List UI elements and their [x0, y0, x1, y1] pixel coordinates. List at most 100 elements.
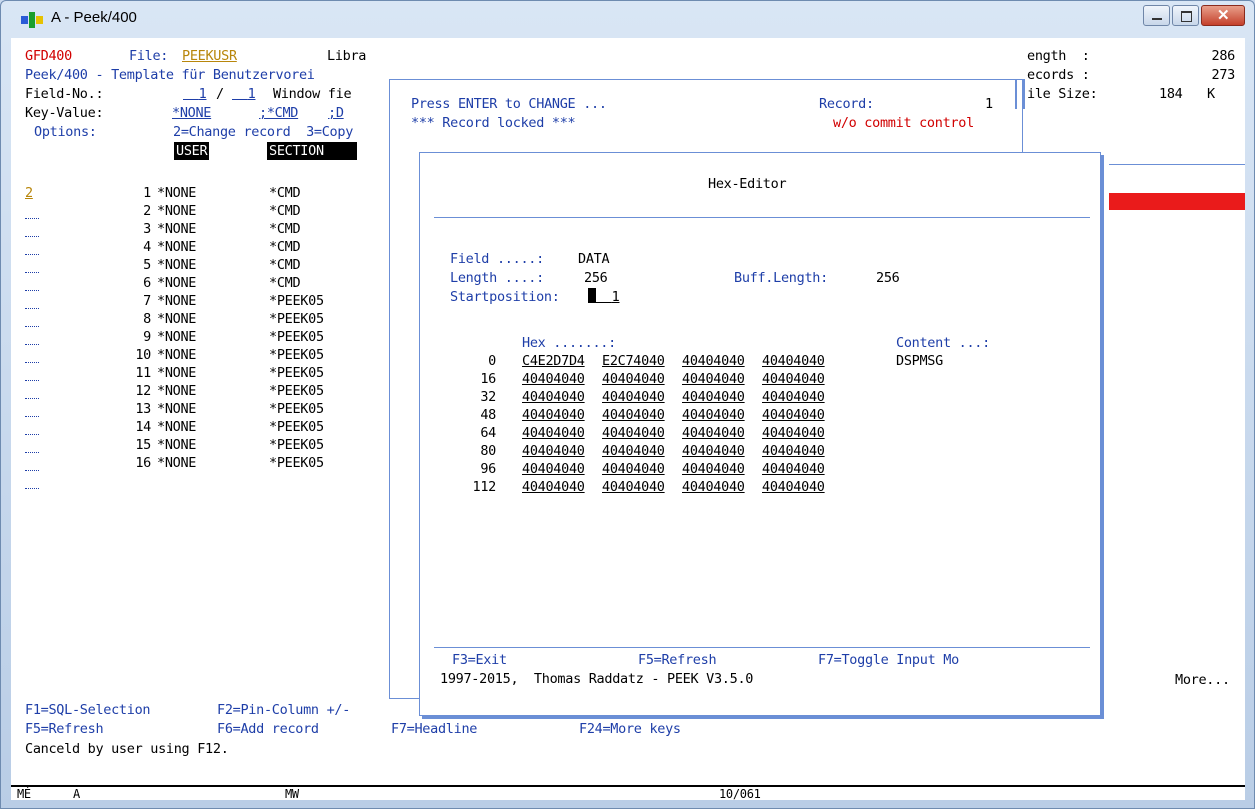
hex-word-input[interactable]: 40404040 — [602, 406, 665, 424]
row-option-input[interactable] — [25, 380, 39, 382]
row-section: *PEEK05 — [269, 419, 324, 435]
startposition-input[interactable]: 1 — [588, 288, 620, 306]
hex-word-input[interactable]: 40404040 — [682, 406, 745, 424]
hex-word-input[interactable]: 40404040 — [522, 388, 585, 406]
f6-add-record-key[interactable]: F6=Add record — [217, 720, 319, 738]
hex-word-input[interactable]: C4E2D7D4 — [522, 352, 585, 370]
hex-word-input[interactable]: 40404040 — [682, 370, 745, 388]
hex-word-input[interactable]: 40404040 — [682, 424, 745, 442]
row-number: 7 — [143, 293, 151, 309]
hex-word-input[interactable]: 40404040 — [522, 424, 585, 442]
hex-word-input[interactable]: 40404040 — [762, 388, 825, 406]
minimize-button[interactable] — [1143, 5, 1170, 26]
f3-exit-key[interactable]: F3=Exit — [452, 651, 507, 669]
row-option-input[interactable] — [25, 452, 39, 454]
hex-word-input[interactable]: 40404040 — [682, 388, 745, 406]
row-option-input[interactable] — [25, 344, 39, 346]
f24-more-keys[interactable]: F24=More keys — [579, 720, 681, 738]
record-length-value: 286 — [1211, 48, 1236, 64]
file-size-unit: K — [1207, 86, 1215, 102]
hex-word-input[interactable]: 40404040 — [682, 442, 745, 460]
hex-word-input[interactable]: 40404040 — [602, 442, 665, 460]
f1-sql-selection-key[interactable]: F1=SQL-Selection — [25, 701, 151, 719]
hex-word-input[interactable]: 40404040 — [522, 460, 585, 478]
hex-word-input[interactable]: E2C74040 — [602, 352, 665, 370]
row-user: *NONE — [157, 221, 197, 237]
row-number: 1 — [143, 185, 151, 201]
row-number: 15 — [135, 437, 151, 453]
row-section: *CMD — [269, 185, 301, 201]
hex-word-input[interactable]: 40404040 — [762, 370, 825, 388]
row-user: *NONE — [157, 275, 197, 291]
record-number: 1 — [985, 96, 993, 112]
hex-word-input[interactable]: 40404040 — [682, 460, 745, 478]
column-header-user[interactable]: USER — [174, 142, 210, 160]
maximize-button[interactable] — [1172, 5, 1199, 26]
row-option-input[interactable] — [25, 398, 39, 400]
hex-word-input[interactable]: 40404040 — [602, 478, 665, 496]
row-option-input[interactable] — [25, 416, 39, 418]
hex-word-input[interactable]: 40404040 — [762, 424, 825, 442]
field-no-separator: / — [216, 86, 224, 102]
hex-word-input[interactable]: 40404040 — [762, 406, 825, 424]
row-option-input[interactable] — [25, 470, 39, 472]
window-field-label: Window fie — [273, 86, 352, 102]
hex-word-input[interactable]: 40404040 — [522, 406, 585, 424]
row-option-input[interactable] — [25, 254, 39, 256]
row-section: *CMD — [269, 239, 301, 255]
f7-toggle-key[interactable]: F7=Toggle Input Mo — [818, 651, 959, 669]
row-number: 16 — [135, 455, 151, 471]
row-option-input[interactable] — [25, 362, 39, 364]
hex-word-input[interactable]: 40404040 — [602, 424, 665, 442]
f7-headline-key[interactable]: F7=Headline — [391, 720, 477, 738]
hex-offset: 112 — [472, 479, 497, 495]
hex-word-input[interactable]: 40404040 — [602, 388, 665, 406]
row-option-input[interactable] — [25, 236, 39, 238]
row-option-input[interactable] — [25, 218, 39, 220]
f2-pin-column-key[interactable]: F2=Pin-Column +/- — [217, 701, 350, 719]
row-option-input[interactable] — [25, 272, 39, 274]
hex-word-input[interactable]: 40404040 — [682, 478, 745, 496]
row-section: *PEEK05 — [269, 383, 324, 399]
f5-refresh-key[interactable]: F5=Refresh — [638, 651, 717, 669]
minimize-icon — [1152, 18, 1162, 20]
hex-word-input[interactable]: 40404040 — [602, 460, 665, 478]
row-option-input[interactable] — [25, 326, 39, 328]
hex-word-input[interactable]: 40404040 — [522, 370, 585, 388]
copyright-text: 1997-2015, Thomas Raddatz - PEEK V3.5.0 — [440, 671, 754, 687]
status-indicator: MÉ — [17, 787, 31, 800]
row-option-input[interactable] — [25, 308, 39, 310]
hex-word-input[interactable]: 40404040 — [522, 442, 585, 460]
terminal-screen[interactable]: GFD400 File: PEEKUSR Libra Peek/400 - Te… — [11, 38, 1245, 800]
hex-word-input[interactable]: 40404040 — [762, 442, 825, 460]
hex-word-input[interactable]: 40404040 — [762, 352, 825, 370]
records-count-label: ecords : — [1027, 67, 1090, 83]
file-field[interactable]: PEEKUSR — [182, 47, 237, 65]
options-text: 2=Change record 3=Copy — [173, 124, 354, 140]
column-header-section[interactable]: SECTION — [267, 142, 357, 160]
f5-refresh-key[interactable]: F5=Refresh — [25, 720, 104, 738]
hex-word-input[interactable]: 40404040 — [522, 478, 585, 496]
record-label: Record: — [819, 96, 874, 112]
row-option-input[interactable] — [25, 290, 39, 292]
row-option-input[interactable] — [25, 488, 39, 490]
hex-word-input[interactable]: 40404040 — [602, 370, 665, 388]
row-number: 13 — [135, 401, 151, 417]
key-value-input-2[interactable]: ;*CMD — [259, 104, 298, 122]
row-number: 8 — [143, 311, 151, 327]
key-value-input-1[interactable]: *NONE — [172, 104, 211, 122]
row-option-input[interactable] — [25, 434, 39, 436]
row-user: *NONE — [157, 311, 197, 327]
key-value-input-3[interactable]: ;D — [328, 104, 344, 122]
row-user: *NONE — [157, 239, 197, 255]
hex-word-input[interactable]: 40404040 — [762, 478, 825, 496]
hex-word-input[interactable]: 40404040 — [682, 352, 745, 370]
cursor-position: 10/061 — [719, 787, 761, 800]
hex-offset: 16 — [480, 371, 496, 387]
row-number: 12 — [135, 383, 151, 399]
field-no-input[interactable]: 1 — [183, 85, 207, 103]
row-option-input[interactable]: 2 — [25, 184, 33, 202]
hex-word-input[interactable]: 40404040 — [762, 460, 825, 478]
close-button[interactable]: ✕ — [1201, 5, 1245, 26]
field-no-input-2[interactable]: 1 — [232, 85, 256, 103]
